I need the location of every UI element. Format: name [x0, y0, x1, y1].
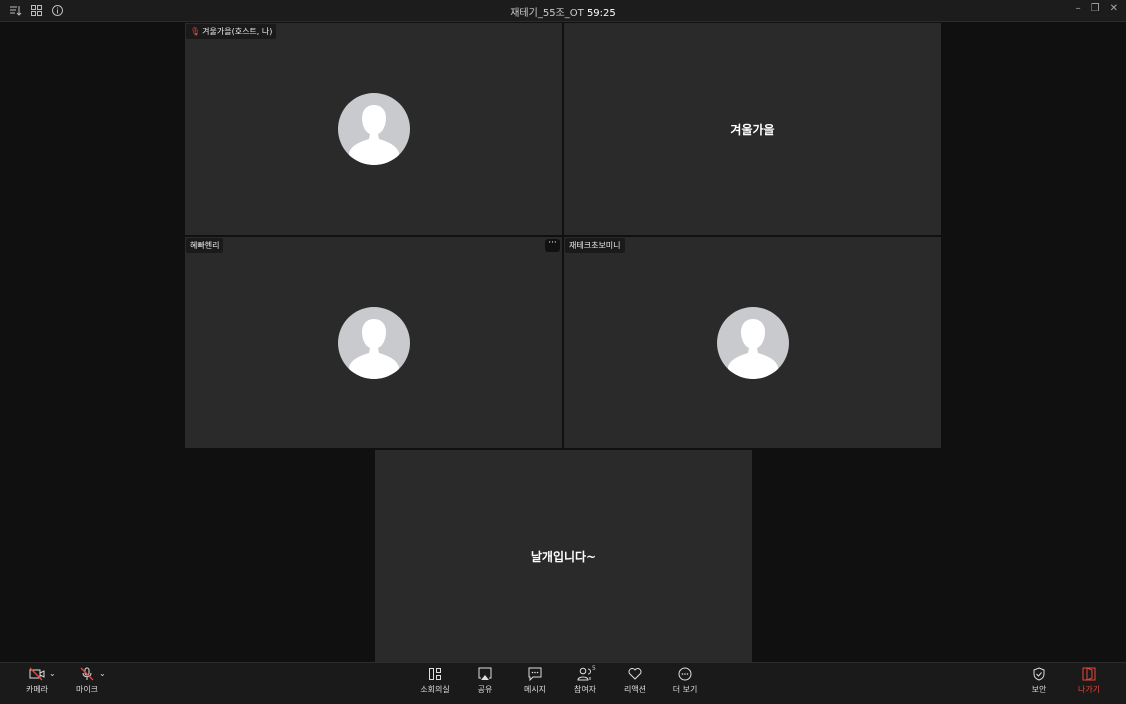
reactions-label: 리액션	[623, 685, 647, 694]
meeting-timer: 59:25	[586, 8, 616, 19]
share-screen-icon	[478, 667, 492, 680]
camera-off-icon	[29, 667, 45, 681]
title-bar: 재테기_55조_OT 59:25 – ❐ ✕	[0, 0, 1126, 22]
breakout-rooms-icon	[429, 668, 441, 680]
participant-label: 🎙 겨울가을(호스트, 나)	[186, 24, 277, 39]
leave-label: 나가기	[1077, 685, 1101, 694]
security-label: 보안	[1031, 685, 1047, 694]
mic-label: 마이크	[75, 685, 99, 694]
camera-label: 카메라	[25, 685, 49, 694]
participant-name: 날개입니다~	[530, 550, 597, 564]
heart-icon	[628, 668, 642, 680]
restore-icon[interactable]: ❐	[1091, 3, 1100, 14]
avatar	[716, 306, 789, 379]
participants-label: 참여자	[573, 685, 597, 694]
meeting-title: 재테기_55조_OT 59:25	[0, 4, 1126, 19]
more-button[interactable]: 더 보기	[660, 667, 710, 695]
shield-icon	[1033, 667, 1045, 681]
participants-icon	[577, 667, 591, 681]
camera-options-chevron-icon[interactable]: ⌄	[49, 669, 56, 678]
more-icon	[678, 667, 692, 681]
leave-door-icon	[1082, 667, 1096, 681]
participant-name: 재테크초보미니	[569, 241, 621, 250]
share-button[interactable]: 공유	[460, 667, 510, 695]
participant-name: 겨울가을(호스트, 나)	[202, 27, 273, 36]
avatar	[337, 306, 410, 379]
participant-name: 겨울가을	[730, 123, 775, 137]
video-tile[interactable]: 날개입니다~	[375, 450, 752, 662]
participant-label: 재테크초보미니	[565, 238, 625, 253]
minimize-icon[interactable]: –	[1076, 3, 1081, 14]
video-tile[interactable]: 혜빠헨리 ···	[185, 237, 562, 448]
mic-muted-icon: 🎙	[190, 27, 201, 36]
mic-off-icon	[80, 667, 94, 681]
leave-button[interactable]: 나가기	[1064, 667, 1114, 695]
participants-count: 5	[592, 665, 596, 672]
meeting-toolbar: 카메라 ⌄ 마이크 ⌄ 소회의실 공유 메시지 5 참여자 리액션 더 보기 보…	[0, 662, 1126, 704]
mic-options-chevron-icon[interactable]: ⌄	[99, 669, 106, 678]
security-button[interactable]: 보안	[1014, 667, 1064, 695]
chat-icon	[528, 667, 542, 681]
breakout-rooms-label: 소회의실	[420, 685, 450, 694]
more-options-button[interactable]: ···	[545, 239, 560, 252]
reactions-button[interactable]: 리액션	[610, 667, 660, 695]
video-tile[interactable]: 겨울가을	[564, 23, 941, 235]
participants-button[interactable]: 5 참여자	[560, 665, 610, 695]
meeting-name: 재테기_55조_OT	[510, 8, 584, 19]
avatar	[337, 93, 410, 165]
participant-name: 혜빠헨리	[190, 241, 220, 250]
chat-button[interactable]: 메시지	[510, 667, 560, 695]
video-tile[interactable]: 🎙 겨울가을(호스트, 나)	[185, 23, 562, 235]
video-tile[interactable]: 재테크초보미니	[564, 237, 941, 448]
close-icon[interactable]: ✕	[1110, 3, 1118, 14]
share-label: 공유	[477, 685, 493, 694]
chat-label: 메시지	[523, 685, 547, 694]
more-label: 더 보기	[672, 685, 698, 694]
breakout-rooms-button[interactable]: 소회의실	[410, 667, 460, 695]
participant-label: 혜빠헨리	[186, 238, 224, 253]
